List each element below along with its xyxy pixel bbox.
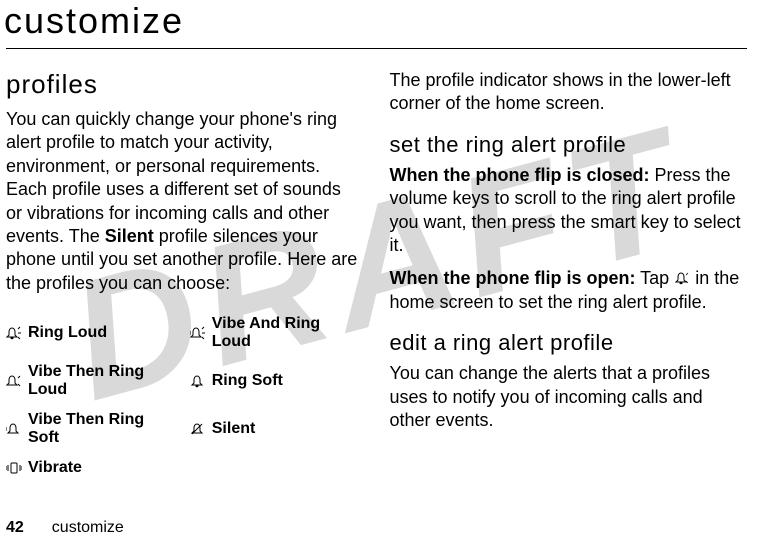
bell-soft-icon xyxy=(190,374,206,388)
two-column-layout: profiles You can quickly change your pho… xyxy=(0,69,757,477)
profile-label: Vibrate xyxy=(28,459,82,477)
footer-label: customize xyxy=(52,519,124,537)
profiles-body-bold: Silent xyxy=(105,226,154,246)
flip-closed-bold: When the phone flip is closed: xyxy=(390,165,650,185)
profile-vibrate: Vibrate xyxy=(6,459,178,477)
flip-open-mid: Tap xyxy=(635,268,674,288)
flip-closed-paragraph: When the phone flip is closed: Press the… xyxy=(390,164,746,258)
page-title: customize xyxy=(0,0,757,48)
indicator-intro: The profile indicator shows in the lower… xyxy=(390,69,746,116)
title-rule xyxy=(6,48,747,49)
profile-label: Vibe Then Ring Loud xyxy=(28,363,178,399)
bell-silent-icon xyxy=(190,422,206,436)
profiles-list: Ring Loud Vibe And Ring Loud Vibe Then R… xyxy=(6,315,362,477)
right-column: The profile indicator shows in the lower… xyxy=(390,69,746,477)
vibe-then-ring-soft-icon xyxy=(6,422,22,436)
profile-vibe-then-ring-loud: Vibe Then Ring Loud xyxy=(6,363,178,399)
edit-profile-heading: edit a ring alert profile xyxy=(390,330,746,356)
page-number: 42 xyxy=(6,519,24,537)
flip-open-bold: When the phone flip is open: xyxy=(390,268,636,288)
profile-vibe-then-ring-soft: Vibe Then Ring Soft xyxy=(6,411,178,447)
set-profile-heading: set the ring alert profile xyxy=(390,132,746,158)
edit-profile-body: You can change the alerts that a profile… xyxy=(390,362,746,432)
profile-label: Vibe And Ring Loud xyxy=(212,315,362,351)
bell-loud-icon xyxy=(6,326,22,340)
bell-tap-icon xyxy=(674,268,690,282)
page-footer: 42 customize xyxy=(6,519,124,537)
profiles-body: You can quickly change your phone's ring… xyxy=(6,108,362,295)
profile-label: Ring Loud xyxy=(28,324,107,342)
left-column: profiles You can quickly change your pho… xyxy=(6,69,362,477)
profile-silent: Silent xyxy=(190,411,362,447)
page-content: customize profiles You can quickly chang… xyxy=(0,0,757,477)
flip-open-paragraph: When the phone flip is open: Tap in the … xyxy=(390,267,746,314)
vibrate-icon xyxy=(6,461,22,475)
vibe-then-ring-loud-icon xyxy=(6,374,22,388)
profile-ring-soft: Ring Soft xyxy=(190,363,362,399)
vibe-ring-loud-icon xyxy=(190,326,206,340)
profile-label: Ring Soft xyxy=(212,372,283,390)
profile-ring-loud: Ring Loud xyxy=(6,315,178,351)
profiles-heading: profiles xyxy=(6,69,362,100)
profile-label: Silent xyxy=(212,420,256,438)
profile-label: Vibe Then Ring Soft xyxy=(28,411,178,447)
profile-vibe-and-ring-loud: Vibe And Ring Loud xyxy=(190,315,362,351)
